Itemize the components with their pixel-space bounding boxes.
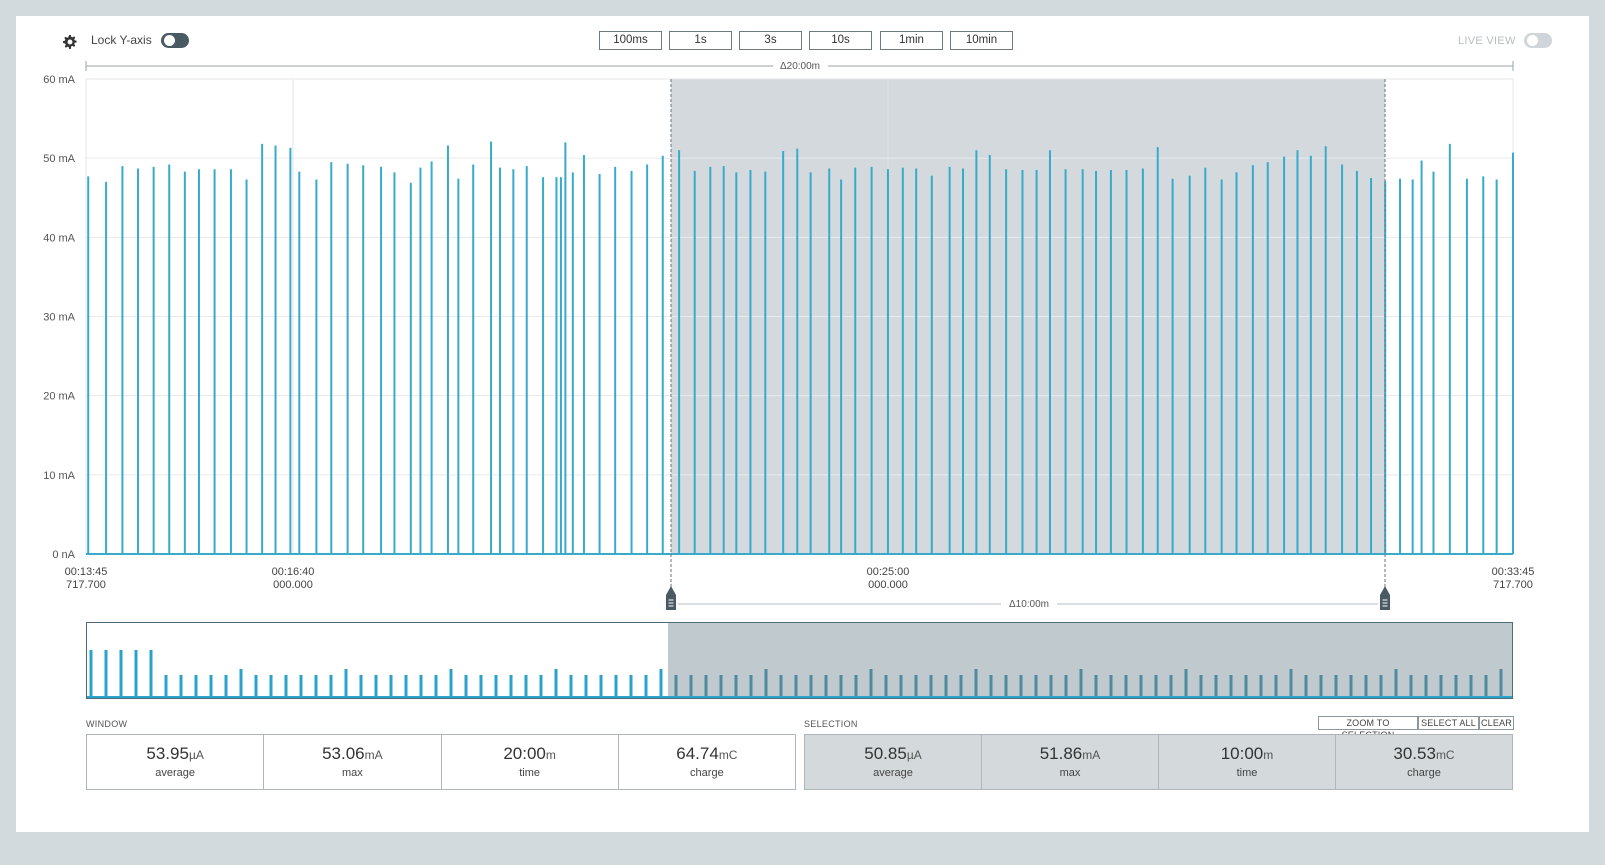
y-tick-label: 50 mA	[43, 153, 75, 165]
stat-unit: m	[545, 748, 556, 762]
y-tick-label: 40 mA	[43, 232, 75, 244]
selection-time: 10:00m time	[1159, 735, 1336, 789]
clear-selection-button[interactable]: CLEAR	[1479, 716, 1514, 730]
stat-unit: mA	[1082, 748, 1101, 762]
x-tick-mid1-ms: 000.000	[273, 579, 313, 591]
stat-unit: m	[1263, 748, 1274, 762]
selection-end-handle[interactable]	[1380, 586, 1390, 610]
stat-value: 64.74	[676, 744, 719, 763]
zoom-to-selection-button[interactable]: ZOOM TO SELECTION	[1318, 716, 1418, 740]
stat-label: average	[873, 767, 913, 779]
minimap[interactable]	[86, 622, 1513, 699]
minimap-chart[interactable]	[87, 623, 1512, 698]
selection-max: 51.86mA max	[982, 735, 1159, 789]
stat-value: 30.53	[1393, 744, 1436, 763]
window-charge: 64.74mC charge	[619, 735, 795, 789]
y-tick-label: 60 mA	[43, 74, 75, 86]
selection-delta-bar: Δ10:00m	[678, 596, 1378, 610]
stat-unit: mC	[718, 748, 738, 762]
select-all-button[interactable]: SELECT ALL	[1418, 716, 1479, 730]
x-tick-mid1-time: 00:16:40	[272, 566, 315, 578]
y-tick-label: 20 mA	[43, 391, 75, 403]
stat-label: average	[155, 767, 195, 779]
y-tick-label: 0 nA	[52, 549, 75, 561]
stat-value: 53.95	[146, 744, 189, 763]
app-panel: Lock Y-axis 100ms 1s 3s 10s 1min 10min L…	[16, 16, 1589, 832]
current-chart[interactable]: 60 mA 50 mA 40 mA 30 mA 20 mA 10 mA 0 nA Δ20:0…	[16, 16, 1589, 616]
stat-label: charge	[690, 767, 724, 779]
window-time: 20:00m time	[442, 735, 619, 789]
stat-label: time	[519, 767, 541, 779]
stat-value: 10:00	[1220, 744, 1264, 763]
y-tick-label: 10 mA	[43, 470, 75, 482]
x-tick-end-time: 00:33:45	[1492, 566, 1535, 578]
stat-label: max	[1059, 767, 1081, 779]
x-axis: 00:13:45 717.700 00:16:40 000.000 00:25:…	[65, 566, 1535, 591]
window-max: 53.06mA max	[264, 735, 442, 789]
window-stats: 53.95µA average 53.06mA max 20:00m time …	[86, 734, 796, 790]
x-tick-mid2-time: 00:25:00	[867, 566, 910, 578]
stat-unit: µA	[188, 748, 204, 762]
window-delta-label: Δ20:00m	[780, 61, 820, 72]
stat-unit: µA	[906, 748, 922, 762]
x-tick-end-ms: 717.700	[1493, 579, 1533, 591]
selection-stats: 50.85µA average 51.86mA max 10:00m time …	[804, 734, 1513, 790]
stat-label: charge	[1407, 767, 1441, 779]
window-delta-bar: Δ20:00m	[85, 59, 1514, 73]
stat-value: 53.06	[322, 744, 365, 763]
selection-average: 50.85µA average	[805, 735, 982, 789]
window-average: 53.95µA average	[87, 735, 265, 789]
x-tick-mid2-ms: 000.000	[868, 579, 908, 591]
selection-charge: 30.53mC charge	[1336, 735, 1512, 789]
stat-value: 20:00	[503, 744, 546, 763]
y-axis: 60 mA 50 mA 40 mA 30 mA 20 mA 10 mA 0 nA	[43, 74, 75, 561]
stat-value: 51.86	[1039, 744, 1083, 763]
selection-start-handle[interactable]	[666, 586, 676, 610]
stat-value: 50.85	[864, 744, 907, 763]
stat-unit: mC	[1435, 748, 1455, 762]
y-tick-label: 30 mA	[43, 312, 75, 324]
window-heading: WINDOW	[86, 719, 128, 729]
x-tick-start-ms: 717.700	[66, 579, 106, 591]
stat-label: max	[341, 767, 363, 779]
stat-label: time	[1236, 767, 1258, 779]
selection-heading: SELECTION	[804, 719, 858, 729]
stat-unit: mA	[364, 748, 383, 762]
selection-delta-label: Δ10:00m	[1009, 599, 1049, 610]
x-tick-start-time: 00:13:45	[65, 566, 108, 578]
